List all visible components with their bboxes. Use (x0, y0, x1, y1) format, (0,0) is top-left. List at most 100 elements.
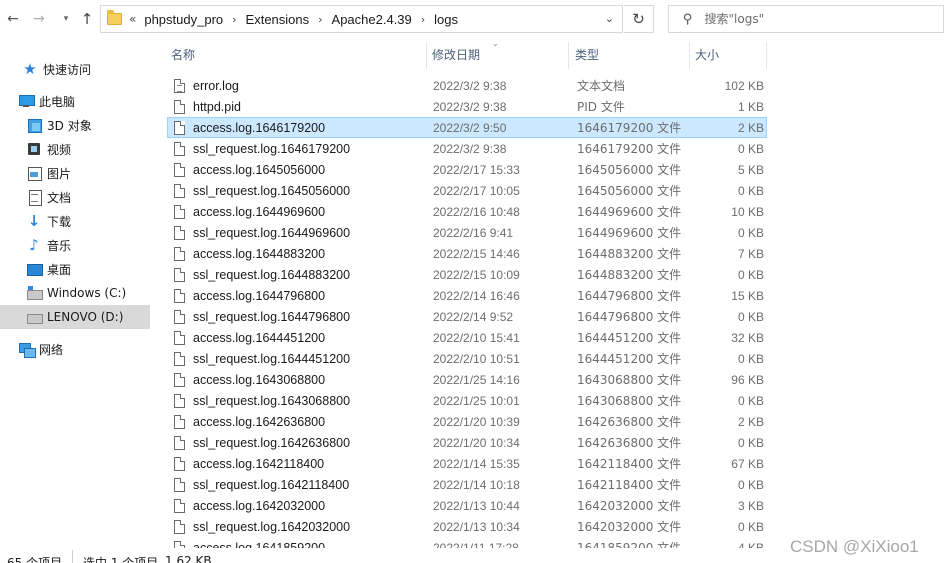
this-pc-icon (18, 93, 35, 109)
file-name: ssl_request.log.1644796800 (193, 309, 351, 324)
file-size: 0 KB (737, 309, 764, 324)
file-size: 67 KB (731, 456, 764, 471)
text-file-icon (174, 79, 185, 93)
file-size: 3 KB (737, 498, 764, 513)
file-row[interactable]: ssl_request.log.1644796800 2022/2/14 9:52… (167, 306, 767, 327)
sidebar-item-downloads[interactable]: ↓ 下载 (0, 209, 150, 233)
sidebar-item-this-pc[interactable]: 此电脑 (0, 89, 150, 113)
sidebar-item-3d-objects[interactable]: 3D 对象 (0, 113, 150, 137)
file-size: 0 KB (737, 141, 764, 156)
file-row[interactable]: error.log 2022/3/2 9:38 文本文档 102 KB (167, 75, 767, 96)
forward-arrow-icon[interactable]: → (29, 9, 49, 29)
file-row[interactable]: access.log.1643068800 2022/1/25 14:16 1643… (167, 369, 767, 390)
file-row[interactable]: ssl_request.log.1644969600 2022/2/16 9:41… (167, 222, 767, 243)
file-name: access.log.1644796800 (193, 288, 326, 303)
breadcrumb-chevron-icon[interactable]: › (232, 13, 236, 26)
file-icon (174, 310, 185, 324)
file-date: 2022/2/14 9:52 (433, 309, 514, 324)
file-row[interactable]: ssl_request.log.1646179200 2022/3/2 9:38 1… (167, 138, 767, 159)
file-row[interactable]: access.log.1644451200 2022/2/10 15:41 1644… (167, 327, 767, 348)
column-divider[interactable] (426, 42, 427, 69)
file-row[interactable]: ssl_request.log.1642118400 2022/1/14 10:1… (167, 474, 767, 495)
file-icon (174, 331, 185, 345)
breadcrumb-chevron-icon[interactable]: › (318, 13, 322, 26)
documents-icon (26, 189, 42, 206)
address-toolbar: ← → ▾ ↑ « phpstudy_pro › Extensions › Ap… (0, 0, 944, 38)
file-row[interactable]: access.log.1642118400 2022/1/14 15:35 1642… (167, 453, 767, 474)
file-name: access.log.1642636800 (193, 414, 326, 429)
file-icon (174, 268, 185, 282)
refresh-icon[interactable]: ↻ (624, 5, 654, 33)
address-dropdown-icon[interactable]: ⌄ (605, 12, 614, 25)
sidebar-item-label: 此电脑 (39, 94, 76, 109)
file-name: httpd.pid (193, 99, 241, 114)
file-row[interactable]: access.log.1644969600 2022/2/16 10:48 1644… (167, 201, 767, 222)
file-row[interactable]: ssl_request.log.1642636800 2022/1/20 10:3… (167, 432, 767, 453)
column-header-size[interactable]: 大小 (690, 38, 766, 71)
file-row[interactable]: ssl_request.log.1643068800 2022/1/25 10:0… (167, 390, 767, 411)
file-name: access.log.1645056000 (193, 162, 326, 177)
file-row[interactable]: access.log.1646179200 2022/3/2 9:50 164617… (167, 117, 767, 138)
sidebar-item-videos[interactable]: 视频 (0, 137, 150, 161)
file-date: 2022/3/2 9:38 (433, 99, 507, 114)
address-bar[interactable]: « phpstudy_pro › Extensions › Apache2.4.… (100, 5, 623, 33)
navigation-pane: ★ 快速访问 此电脑 3D 对象 视频 图片 文档 ↓ 下载 ♪ 音乐 桌面 W… (0, 38, 154, 548)
sidebar-item-drive-c[interactable]: Windows (C:) (0, 281, 150, 305)
file-type: 1646179200 文件 (577, 121, 682, 135)
file-row[interactable]: access.log.1642636800 2022/1/20 10:39 1642… (167, 411, 767, 432)
file-row[interactable]: ssl_request.log.1642032000 2022/1/13 10:3… (167, 516, 767, 537)
file-row[interactable]: ssl_request.log.1644451200 2022/2/10 10:5… (167, 348, 767, 369)
file-row[interactable]: access.log.1644883200 2022/2/15 14:46 1644… (167, 243, 767, 264)
file-icon (174, 541, 185, 548)
column-header-date[interactable]: 修改日期 (428, 38, 567, 71)
search-input[interactable] (704, 12, 905, 26)
column-header-type[interactable]: 类型 (569, 38, 688, 71)
breadcrumb-item[interactable]: phpstudy_pro (142, 12, 225, 27)
breadcrumb-item[interactable]: Extensions (244, 12, 312, 27)
sidebar-item-label: 网络 (39, 342, 64, 357)
file-date: 2022/2/15 10:09 (433, 267, 520, 282)
column-divider[interactable] (766, 42, 767, 69)
file-size: 7 KB (737, 246, 764, 261)
sidebar-item-drive-d[interactable]: LENOVO (D:) (0, 305, 150, 329)
sidebar-item-quick-access[interactable]: ★ 快速访问 (0, 57, 150, 81)
search-box[interactable]: ⚲ (668, 5, 944, 33)
file-name: access.log.1643068800 (193, 372, 326, 387)
sidebar-item-pictures[interactable]: 图片 (0, 161, 150, 185)
sidebar-item-music[interactable]: ♪ 音乐 (0, 233, 150, 257)
chevron-down-icon[interactable]: ▾ (56, 9, 76, 29)
file-row[interactable]: httpd.pid 2022/3/2 9:38 PID 文件 1 KB (167, 96, 767, 117)
breadcrumb-overflow[interactable]: « (129, 12, 136, 26)
file-icon (174, 499, 185, 513)
file-row[interactable]: access.log.1644796800 2022/2/14 16:46 1644… (167, 285, 767, 306)
sidebar-item-desktop[interactable]: 桌面 (0, 257, 150, 281)
sidebar-item-label: 快速访问 (43, 62, 92, 77)
file-name: access.log.1644451200 (193, 330, 326, 345)
file-row[interactable]: ssl_request.log.1645056000 2022/2/17 10:0… (167, 180, 767, 201)
column-header-name[interactable]: 名称 (171, 38, 426, 71)
breadcrumb-item-current[interactable]: logs (432, 12, 460, 27)
file-row[interactable]: ssl_request.log.1644883200 2022/2/15 10:0… (167, 264, 767, 285)
file-type: 1644969600 文件 (577, 205, 682, 219)
file-icon (174, 247, 185, 261)
file-row[interactable]: access.log.1642032000 2022/1/13 10:44 1642… (167, 495, 767, 516)
file-type: 1646179200 文件 (577, 142, 682, 156)
file-row[interactable]: access.log.1645056000 2022/2/17 15:33 1645… (167, 159, 767, 180)
file-date: 2022/1/25 10:01 (433, 393, 520, 408)
file-type: 1643068800 文件 (577, 373, 682, 387)
sidebar-item-label: 3D 对象 (47, 118, 92, 133)
file-icon (174, 289, 185, 303)
file-date: 2022/1/20 10:39 (433, 414, 520, 429)
sidebar-item-network[interactable]: 网络 (0, 337, 150, 361)
pictures-icon (26, 165, 42, 181)
back-arrow-icon[interactable]: ← (3, 9, 23, 29)
watermark: CSDN @XiXioo1 (790, 537, 919, 556)
up-arrow-icon[interactable]: ↑ (77, 9, 97, 29)
file-row[interactable]: access.log.1641859200 2022/1/11 17:28 1641… (167, 537, 767, 548)
sidebar-item-documents[interactable]: 文档 (0, 185, 150, 209)
breadcrumb-chevron-icon[interactable]: › (421, 13, 425, 26)
breadcrumb-item[interactable]: Apache2.4.39 (330, 12, 414, 27)
file-type: PID 文件 (577, 100, 625, 114)
file-name: ssl_request.log.1642118400 (193, 477, 350, 492)
file-name: error.log (193, 78, 239, 93)
